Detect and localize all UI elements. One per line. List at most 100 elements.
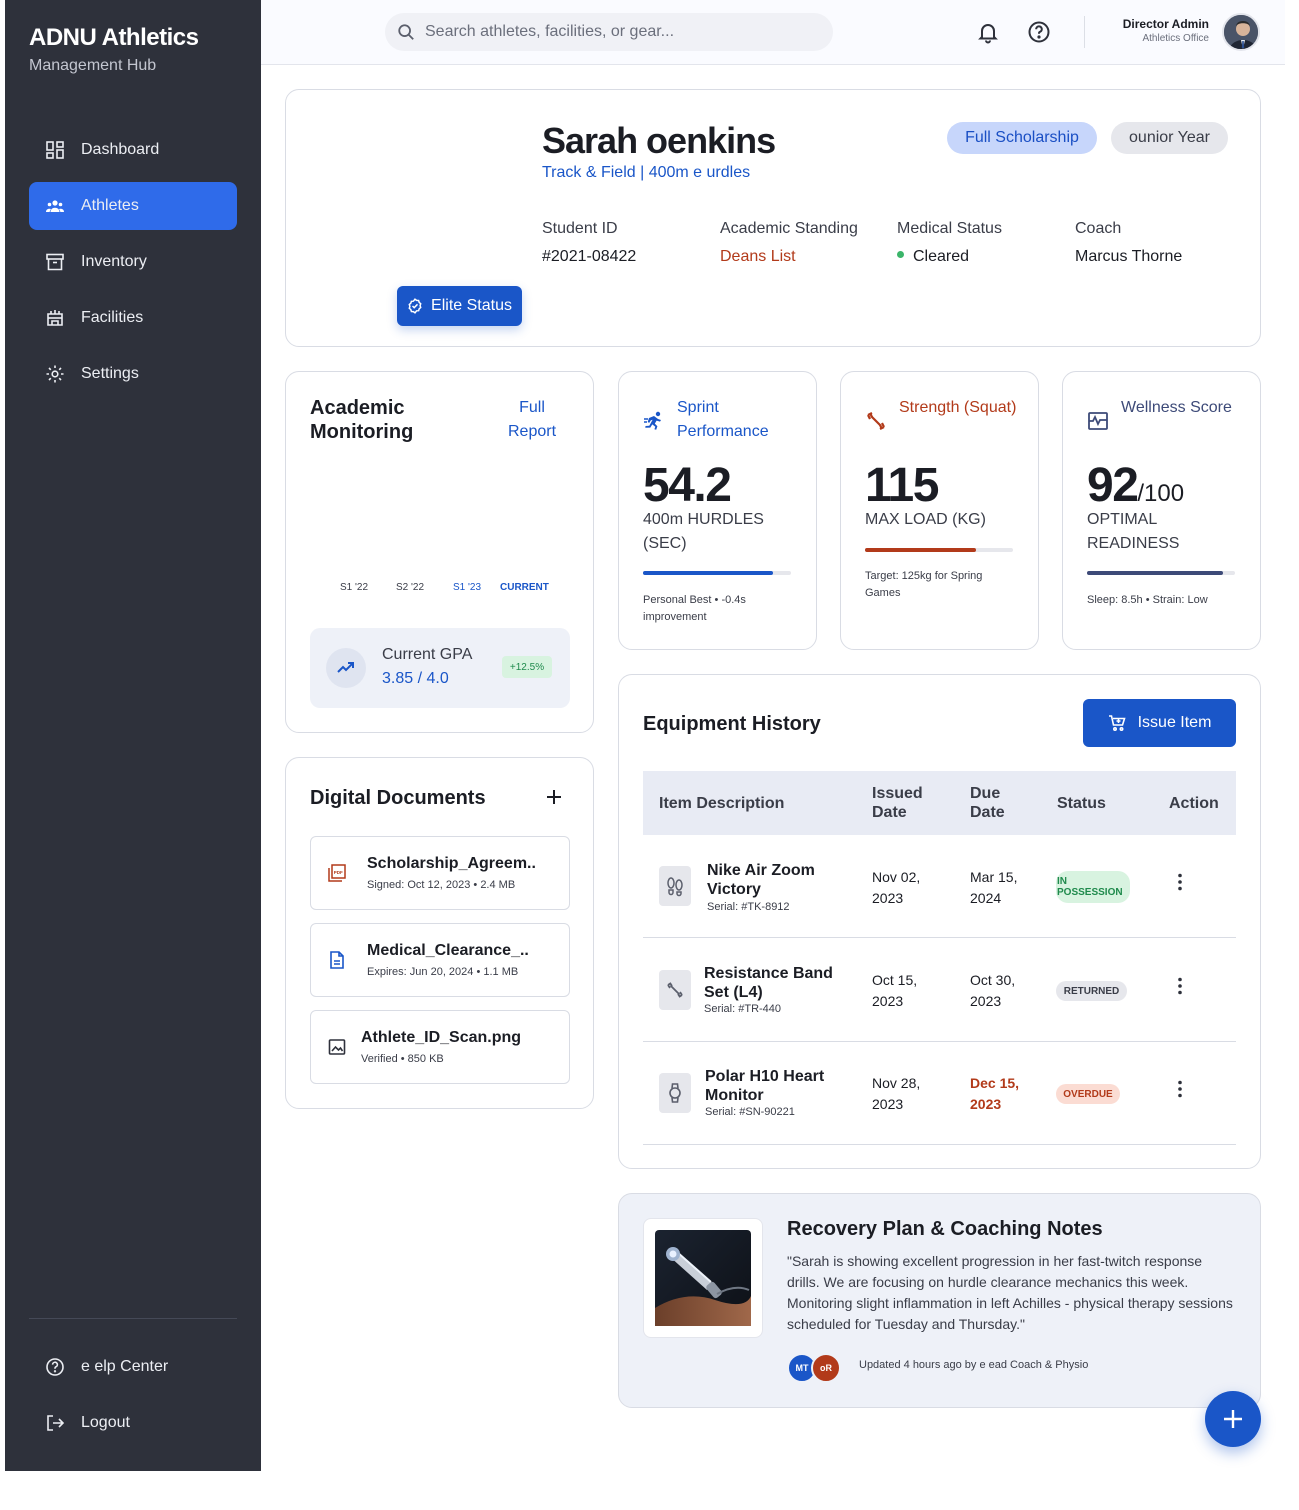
trending-up-icon xyxy=(326,648,366,688)
more-vertical-icon[interactable] xyxy=(1177,977,1183,995)
document-meta: Verified • 850 KB xyxy=(361,1053,444,1065)
search-icon xyxy=(398,24,414,40)
progress-bar xyxy=(865,548,1013,552)
notes-title: Recovery Plan & Coaching Notes xyxy=(787,1218,1103,1240)
progress-bar xyxy=(643,571,791,575)
semester-label: S2 '22 xyxy=(396,582,425,593)
equipment-history-card: Equipment History Issue Item Item Descri… xyxy=(618,674,1261,1169)
sidebar-item-help[interactable]: e elp Center xyxy=(29,1343,237,1391)
gpa-label: Current GPA xyxy=(382,646,473,663)
help-icon[interactable] xyxy=(1027,20,1051,44)
academic-standing-value: Deans List xyxy=(720,248,796,265)
current-gpa-box: Current GPA 3.85 / 4.0 +12.5% xyxy=(310,628,570,708)
sidebar-item-label: Logout xyxy=(81,1414,130,1431)
item-name: Nike Air Zoom Victory xyxy=(707,862,815,898)
table-header: Item Description Issued Date Due Date St… xyxy=(643,771,1236,835)
profile-card: Sarah oenkins Track & Field | 400m e urd… xyxy=(285,89,1261,347)
elite-status-button[interactable]: Elite Status xyxy=(397,286,522,326)
add-fab-button[interactable] xyxy=(1205,1391,1261,1447)
search-bar[interactable] xyxy=(385,13,833,51)
progress-fill xyxy=(1087,571,1224,575)
strength-card: Strength (Squat) 115 MAX LOAD (KG) Targe… xyxy=(840,371,1039,650)
item-name: Polar H10 Heart Monitor xyxy=(705,1068,825,1104)
sidebar-item-settings[interactable]: Settings xyxy=(29,350,237,398)
sprint-icon xyxy=(644,411,661,430)
academic-monitoring-card: Academic Monitoring Full Report S1 '22 S… xyxy=(285,371,594,733)
academic-title: Academic Monitoring xyxy=(310,397,414,443)
stat-footer: Sleep: 8.5h • Strain: Low xyxy=(1087,594,1208,606)
scholarship-badge: Full Scholarship xyxy=(947,122,1097,154)
stat-footer: Target: 125kg for Spring Games xyxy=(865,570,983,599)
add-document-icon[interactable] xyxy=(546,789,562,805)
item-name: Resistance Band Set (L4) xyxy=(704,965,833,1001)
status-dot xyxy=(897,251,904,259)
status-badge: OVERDUE xyxy=(1056,1084,1120,1104)
athlete-sport: Track & Field | 400m e urdles xyxy=(542,164,751,181)
avatar: oR xyxy=(811,1353,841,1383)
sidebar-item-dashboard[interactable]: Dashboard xyxy=(29,126,237,174)
issued-date: Nov 28, 2023 xyxy=(872,1075,921,1112)
sidebar-item-label: Dashboard xyxy=(81,141,160,158)
sidebar-item-facilities[interactable]: Facilities xyxy=(29,294,237,342)
student-id-value: #2021-08422 xyxy=(542,248,637,265)
facilities-icon xyxy=(47,310,63,326)
band-icon xyxy=(659,970,691,1010)
more-vertical-icon[interactable] xyxy=(1177,1080,1183,1098)
document-item[interactable]: Medical_Clearance_.. Expires: Jun 20, 20… xyxy=(310,923,570,997)
search-input[interactable] xyxy=(425,23,805,41)
table-row: Nike Air Zoom Victory Serial: #TK-8912 N… xyxy=(643,835,1236,938)
dashboard-icon xyxy=(46,141,64,159)
item-serial: Serial: #TR-440 xyxy=(704,1003,782,1015)
sidebar-item-athletes[interactable]: Athletes xyxy=(29,182,237,230)
logout-icon xyxy=(47,1415,65,1431)
document-item[interactable]: Athlete_ID_Scan.png Verified • 850 KB xyxy=(310,1010,570,1084)
issue-item-button[interactable]: Issue Item xyxy=(1083,699,1236,747)
brand-title: ADNU Athletics xyxy=(29,24,199,51)
stat-title: Strength (Squat) xyxy=(899,399,1017,416)
bell-icon[interactable] xyxy=(976,20,1000,44)
document-item[interactable]: PDF Scholarship_Agreem.. Signed: Oct 12,… xyxy=(310,836,570,910)
progress-fill xyxy=(865,548,976,552)
wellness-card: Wellness Score 92/100 OPTIMAL READINESS … xyxy=(1062,371,1261,650)
notes-body: "Sarah is showing excellent progression … xyxy=(787,1253,1233,1332)
avatar[interactable] xyxy=(1222,13,1260,51)
table-row: Resistance Band Set (L4) Serial: #TR-440… xyxy=(643,939,1236,1042)
stat-title: Sprint Performance xyxy=(677,399,769,440)
brand-subtitle: Management Hub xyxy=(29,57,157,74)
column-header: Item Description xyxy=(659,795,785,812)
progress-fill xyxy=(643,571,774,575)
svg-text:PDF: PDF xyxy=(334,870,343,875)
inventory-icon xyxy=(46,253,64,271)
progress-bar xyxy=(1087,571,1235,575)
sidebar-item-label: e elp Center xyxy=(81,1358,169,1375)
document-name: Medical_Clearance_.. xyxy=(367,942,529,959)
item-serial: Serial: #SN-90221 xyxy=(705,1106,795,1118)
sidebar-item-inventory[interactable]: Inventory xyxy=(29,238,237,286)
info-label: Medical Status xyxy=(897,220,1002,237)
status-badge: IN POSSESSION xyxy=(1056,871,1130,903)
issued-date: Nov 02, 2023 xyxy=(872,869,921,906)
top-separator xyxy=(1084,16,1085,48)
semester-label: S1 '23 xyxy=(453,582,482,593)
help-icon xyxy=(46,1358,64,1376)
equipment-title: Equipment History xyxy=(643,713,821,735)
due-date: Mar 15, 2024 xyxy=(970,869,1018,906)
due-date: Oct 30, 2023 xyxy=(970,972,1016,1009)
document-meta: Expires: Jun 20, 2024 • 1.1 MB xyxy=(367,966,519,978)
full-report-link[interactable]: Full Report xyxy=(496,396,568,444)
sidebar-item-label: Athletes xyxy=(81,197,139,214)
info-label: Coach xyxy=(1075,220,1122,237)
document-meta: Signed: Oct 12, 2023 • 2.4 MB xyxy=(367,879,516,891)
athletes-icon xyxy=(46,200,64,212)
plus-icon xyxy=(1224,1410,1242,1428)
document-icon xyxy=(330,951,344,969)
column-header: Due Date xyxy=(970,785,1005,821)
stat-value: 54.2 xyxy=(643,459,732,512)
sidebar-item-logout[interactable]: Logout xyxy=(29,1399,237,1447)
watch-icon xyxy=(659,1073,691,1113)
more-vertical-icon[interactable] xyxy=(1177,873,1183,891)
recovery-photo xyxy=(643,1218,763,1338)
user-name: Director Admin xyxy=(1122,17,1209,31)
sidebar-item-label: Inventory xyxy=(81,253,147,270)
stat-unit: OPTIMAL READINESS xyxy=(1087,511,1180,552)
